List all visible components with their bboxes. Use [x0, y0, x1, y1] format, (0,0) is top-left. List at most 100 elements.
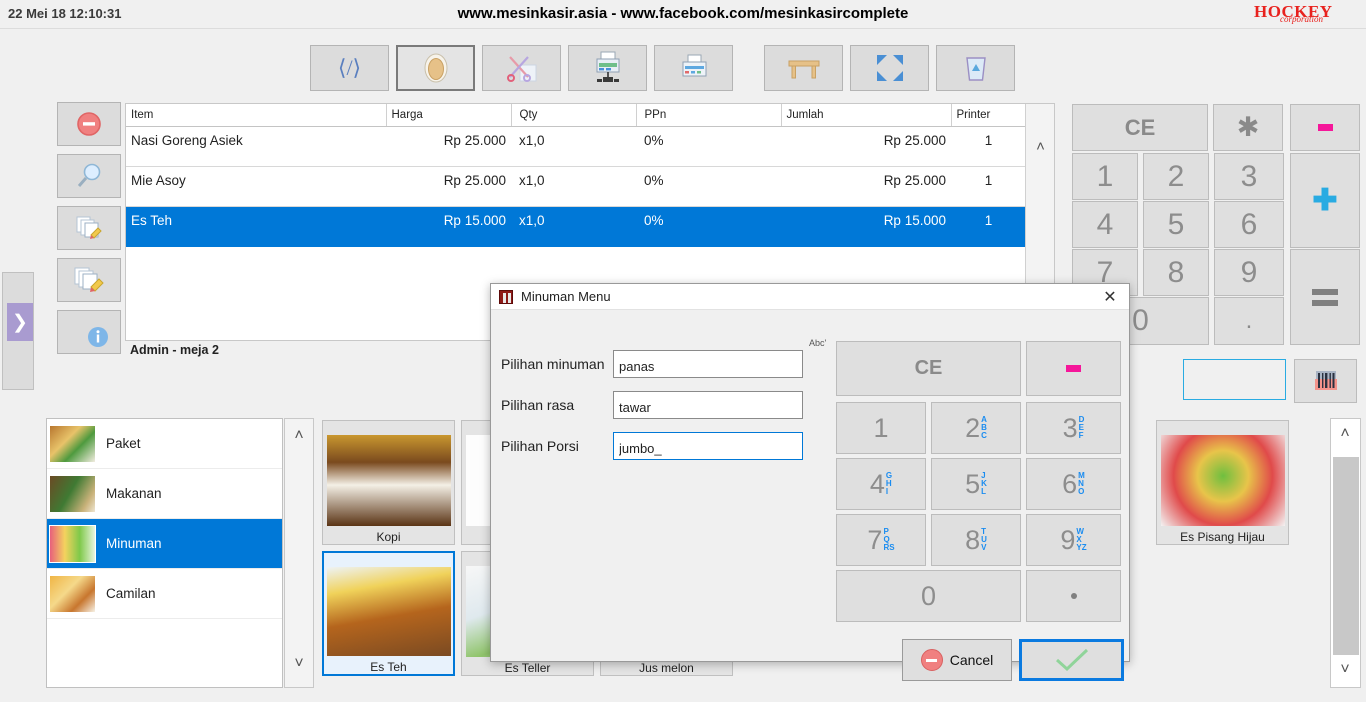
keypad-plus-button[interactable]: ✚ [1290, 153, 1360, 248]
remove-item-button[interactable] [57, 102, 121, 146]
dialog-key-9[interactable]: 9 W X YZ [1026, 514, 1121, 566]
barcode-input[interactable] [1183, 359, 1286, 400]
key-label: 1 [1096, 159, 1114, 193]
keypad-key-4[interactable]: 4 [1072, 201, 1138, 248]
keypad-key-8[interactable]: 8 [1143, 249, 1209, 296]
input-mode-label: Abc' [809, 338, 827, 348]
key-label: 3 [1240, 159, 1258, 193]
star-icon: ✱ [1236, 112, 1260, 142]
pilihan-minuman-input[interactable] [613, 350, 803, 378]
close-icon[interactable]: ✕ [1099, 286, 1121, 308]
printer-button[interactable] [654, 45, 733, 91]
top-bar: 22 Mei 18 12:10:31 www.mesinkasir.asia -… [0, 0, 1366, 29]
cancel-button[interactable]: Cancel [902, 639, 1012, 681]
dialog-key-4[interactable]: 4 GHI [836, 458, 926, 510]
category-item-minuman[interactable]: Minuman [47, 519, 282, 569]
pilihan-rasa-input[interactable] [613, 391, 803, 419]
keypad-ce-button[interactable]: CE [1072, 104, 1208, 151]
category-label: Minuman [106, 536, 162, 551]
scroll-up-icon[interactable]: ˄ [1026, 138, 1055, 155]
category-thumbnail [49, 424, 96, 463]
dialog-body: Pilihan minuman Pilihan rasa Pilihan Por… [491, 310, 1129, 681]
keypad-key-6[interactable]: 6 [1214, 201, 1284, 248]
printer-network-icon [596, 51, 619, 82]
keypad-key-9[interactable]: 9 [1214, 249, 1284, 296]
page-title: www.mesinkasir.asia - www.facebook.com/m… [457, 5, 909, 22]
dialog-key-5[interactable]: 5 JKL [931, 458, 1021, 510]
keypad-minus-button[interactable] [1290, 104, 1360, 151]
cell-jumlah: Rp 25.000 [781, 166, 951, 207]
dialog-key-3[interactable]: 3 DEF [1026, 402, 1121, 454]
cash-drawer-icon [424, 53, 447, 83]
cash-drawer-button[interactable] [396, 45, 475, 91]
keypad-key-5[interactable]: 5 [1143, 201, 1209, 248]
product-tile-es-teh[interactable]: Es Teh [322, 551, 455, 676]
magnifier-icon [77, 163, 101, 187]
category-thumbnail [49, 524, 96, 563]
dialog-key-1[interactable]: 1 [836, 402, 926, 454]
dialog-key-0[interactable]: 0 [836, 570, 1021, 622]
edit-note-button[interactable] [57, 206, 121, 250]
table-button[interactable] [764, 45, 843, 91]
scroll-down-icon[interactable]: ˅ [285, 655, 313, 673]
keypad-key-3[interactable]: 3 [1214, 153, 1284, 200]
scroll-up-icon[interactable]: ˄ [1331, 425, 1359, 443]
dialog-key-dot[interactable] [1026, 570, 1121, 622]
category-label: Paket [106, 436, 141, 451]
cell-item: Mie Asoy [126, 166, 386, 207]
cancel-icon [920, 649, 943, 671]
search-item-button[interactable] [57, 154, 121, 198]
cell-printer: 1 [951, 126, 1026, 167]
table-row[interactable]: Es Teh Rp 15.000 x1,0 0% Rp 15.000 1 [126, 206, 1026, 247]
category-scrollbar[interactable]: ˄ ˅ [284, 418, 314, 688]
field-label-porsi: Pilihan Porsi [501, 438, 579, 454]
barcode-scan-button[interactable] [1294, 359, 1357, 403]
keypad-star-button[interactable]: ✱ [1213, 104, 1283, 151]
left-edge-panel: ❯ [2, 272, 34, 390]
cell-item: Es Teh [126, 206, 386, 247]
expand-panel-button[interactable]: ❯ [7, 303, 33, 341]
cell-qty: x1,0 [511, 166, 636, 207]
dialog-key-2[interactable]: 2 ABC [931, 402, 1021, 454]
dialog-key-6[interactable]: 6 MNO [1026, 458, 1121, 510]
cell-ppn: 0% [636, 126, 781, 167]
category-item-camilan[interactable]: Camilan [47, 569, 282, 619]
keypad-equals-button[interactable] [1290, 249, 1360, 345]
product-tile-kopi[interactable]: Kopi [322, 420, 455, 545]
scroll-down-icon[interactable]: ˅ [1331, 661, 1359, 679]
field-label-rasa: Pilihan rasa [501, 397, 575, 413]
category-item-makanan[interactable]: Makanan [47, 469, 282, 519]
cut-receipt-button[interactable] [482, 45, 561, 91]
keypad-key-dot[interactable]: . [1214, 297, 1284, 345]
product-tile-es-pisang-hijau[interactable]: Es Pisang Hijau [1156, 420, 1289, 545]
dialog-key-8[interactable]: 8 TUV [931, 514, 1021, 566]
category-label: Camilan [106, 586, 156, 601]
key-label: 6 [1062, 468, 1078, 499]
cell-jumlah: Rp 25.000 [781, 126, 951, 167]
edit-document-button[interactable] [57, 258, 121, 302]
key-label: 7 [867, 524, 883, 555]
table-row[interactable]: Mie Asoy Rp 25.000 x1,0 0% Rp 25.000 1 [126, 166, 1026, 207]
scrollbar-thumb[interactable] [1333, 457, 1359, 655]
keypad-key-2[interactable]: 2 [1143, 153, 1209, 200]
dialog-minus-button[interactable] [1026, 341, 1121, 396]
keypad-key-1[interactable]: 1 [1072, 153, 1138, 200]
info-button[interactable] [57, 310, 121, 354]
cell-ppn: 0% [636, 206, 781, 247]
fullscreen-button[interactable] [850, 45, 929, 91]
category-item-paket[interactable]: Paket [47, 419, 282, 469]
scroll-up-icon[interactable]: ˄ [285, 427, 313, 445]
table-row[interactable]: Nasi Goreng Asiek Rp 25.000 x1,0 0% Rp 2… [126, 126, 1026, 167]
pilihan-porsi-input[interactable] [613, 432, 803, 460]
cell-harga: Rp 25.000 [386, 166, 511, 207]
key-label: 8 [965, 524, 981, 555]
confirm-button[interactable] [1019, 639, 1124, 681]
dialog-ce-button[interactable]: CE [836, 341, 1021, 396]
dialog-key-7[interactable]: 7 P Q RS [836, 514, 926, 566]
network-printer-button[interactable] [568, 45, 647, 91]
delete-button[interactable] [936, 45, 1015, 91]
product-grid-scrollbar[interactable]: ˄ ˅ [1330, 418, 1361, 688]
status-label: Admin - meja 2 [130, 343, 219, 357]
code-button[interactable]: ⟨/⟩ [310, 45, 389, 91]
column-header-printer: Printer [951, 104, 1027, 127]
